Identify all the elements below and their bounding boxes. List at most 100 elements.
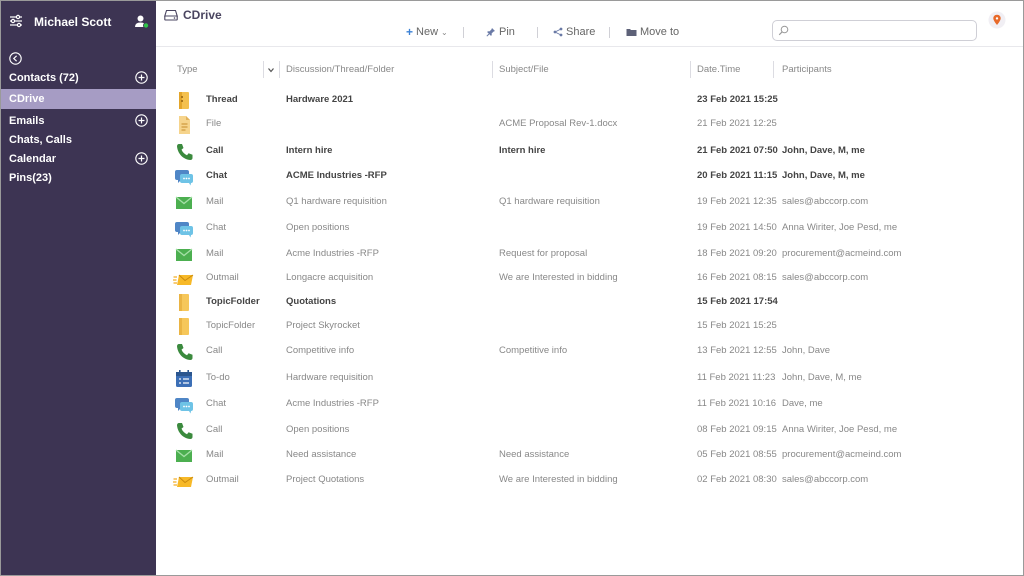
sidebar: Michael Scott Contacts (72) CDrive Email…: [1, 1, 156, 575]
column-header-datetime[interactable]: Date.Time: [697, 64, 740, 75]
column-divider: [263, 61, 264, 78]
search-box[interactable]: [772, 20, 977, 41]
add-contact-icon[interactable]: [135, 71, 148, 84]
toolbar-divider: [537, 27, 538, 38]
todo-icon: [173, 368, 195, 390]
table-row[interactable]: Call Intern hire Intern hire 21 Feb 2021 07…: [156, 141, 1023, 163]
thread-folder-icon: [173, 90, 195, 112]
cell-datetime: 15 Feb 2021 17:54: [697, 296, 778, 307]
table-row[interactable]: Chat Open positions 19 Feb 2021 14:50 Anna …: [156, 218, 1023, 240]
outmail-icon: [173, 268, 195, 290]
cell-datetime: 21 Feb 2021 12:25: [697, 118, 777, 129]
notification-badge-icon[interactable]: [988, 11, 1006, 29]
search-input[interactable]: [793, 23, 973, 38]
cell-datetime: 11 Feb 2021 10:16: [697, 398, 777, 409]
table-row[interactable]: Chat ACME Industries -RFP 20 Feb 2021 11:1…: [156, 166, 1023, 188]
table-row[interactable]: Outmail Project Quotations We are Interest…: [156, 470, 1023, 492]
page-title: CDrive: [183, 8, 222, 22]
cell-type: Chat: [206, 222, 227, 233]
table-row[interactable]: Call Competitive info Competitive info 13 F…: [156, 341, 1023, 363]
cell-datetime: 21 Feb 2021 07:50: [697, 145, 778, 156]
cell-type: Call: [206, 145, 224, 156]
header: CDrive + New ⌄ Pin Share Move to: [156, 1, 1023, 47]
cell-participants: Anna Wiriter, Joe Pesd, me: [782, 222, 898, 233]
cell-datetime: 19 Feb 2021 14:50: [697, 222, 777, 233]
cell-datetime: 15 Feb 2021 15:25: [697, 320, 777, 331]
cell-type: TopicFolder: [206, 320, 256, 331]
column-header-subject[interactable]: Subject/File: [499, 64, 549, 75]
pin-button[interactable]: Pin: [486, 25, 515, 39]
sidebar-item-chats-calls[interactable]: Chats, Calls: [1, 130, 156, 150]
cell-discussion: Need assistance: [286, 449, 357, 460]
sidebar-item-contacts[interactable]: Contacts (72): [1, 68, 156, 88]
column-header-type[interactable]: Type: [177, 64, 198, 75]
column-divider: [690, 61, 691, 78]
table-row[interactable]: TopicFolder Quotations 15 Feb 2021 17:54: [156, 292, 1023, 314]
sidebar-item-label: Emails: [9, 115, 45, 127]
cell-type: TopicFolder: [206, 296, 260, 307]
contact-status-icon[interactable]: [134, 14, 149, 29]
table-row[interactable]: To-do Hardware requisition 11 Feb 2021 11:…: [156, 368, 1023, 390]
sidebar-item-label: Pins(23): [9, 172, 52, 184]
user-name: Michael Scott: [34, 15, 112, 29]
column-header-participants[interactable]: Participants: [782, 64, 832, 75]
cell-subject: Need assistance: [499, 449, 570, 460]
new-button[interactable]: + New ⌄: [406, 25, 448, 39]
folder-move-icon: [626, 29, 637, 36]
folder-icon: [173, 316, 195, 338]
cell-discussion: Open positions: [286, 424, 350, 435]
share-button-label: Share: [566, 26, 596, 38]
cell-discussion: Competitive info: [286, 345, 355, 356]
column-divider: [773, 61, 774, 78]
cell-datetime: 05 Feb 2021 08:55: [697, 449, 777, 460]
move-to-button-label: Move to: [640, 26, 680, 38]
move-to-button[interactable]: Move to: [626, 25, 679, 39]
cell-type: Call: [206, 345, 223, 356]
add-calendar-icon[interactable]: [135, 152, 148, 165]
cell-datetime: 20 Feb 2021 11:15: [697, 170, 778, 181]
cell-discussion: Quotations: [286, 296, 337, 307]
phone-icon: [173, 420, 195, 442]
cell-participants: Anna Wiriter, Joe Pesd, me: [782, 424, 898, 435]
cell-discussion: Longacre acquisition: [286, 272, 374, 283]
table-row[interactable]: Thread Hardware 2021 23 Feb 2021 15:25: [156, 90, 1023, 112]
share-button[interactable]: Share: [553, 25, 595, 39]
table-row[interactable]: Chat Acme Industries -RFP 11 Feb 2021 10:1…: [156, 394, 1023, 416]
sidebar-item-emails[interactable]: Emails: [1, 111, 156, 131]
back-circle-icon[interactable]: [9, 52, 22, 65]
cell-discussion: Intern hire: [286, 145, 333, 156]
chat-icon: [173, 218, 195, 240]
cell-subject: We are Interested in bidding: [499, 474, 618, 485]
cell-participants: sales@abccorp.com: [782, 474, 869, 485]
chevron-down-icon[interactable]: [266, 65, 276, 75]
table-row[interactable]: File ACME Proposal Rev-1.docx 21 Feb 2021 …: [156, 114, 1023, 136]
table-row[interactable]: Mail Q1 hardware requisition Q1 hardware r…: [156, 192, 1023, 214]
table-row[interactable]: Mail Acme Industries -RFP Request for prop…: [156, 244, 1023, 266]
table-row[interactable]: Outmail Longacre acquisition We are Intere…: [156, 268, 1023, 290]
folder-icon: [173, 292, 195, 314]
sidebar-header: Michael Scott: [1, 1, 156, 43]
add-email-icon[interactable]: [135, 114, 148, 127]
cell-participants: sales@abccorp.com: [782, 196, 869, 207]
share-icon: [553, 27, 563, 37]
settings-sliders-icon[interactable]: [9, 14, 23, 28]
phone-icon: [173, 341, 195, 363]
table-row[interactable]: Mail Need assistance Need assistance 05 Feb…: [156, 445, 1023, 467]
cell-subject: Competitive info: [499, 345, 568, 356]
cell-datetime: 19 Feb 2021 12:35: [697, 196, 777, 207]
table-row[interactable]: Call Open positions 08 Feb 2021 09:15 Anna …: [156, 420, 1023, 442]
cell-datetime: 23 Feb 2021 15:25: [697, 94, 778, 105]
sidebar-item-calendar[interactable]: Calendar: [1, 149, 156, 169]
column-header-discussion[interactable]: Discussion/Thread/Folder: [286, 64, 394, 75]
table-row[interactable]: TopicFolder Project Skyrocket 15 Feb 2021 …: [156, 316, 1023, 338]
cell-discussion: Project Quotations: [286, 474, 365, 485]
cell-type: Thread: [206, 94, 238, 105]
phone-icon: [173, 141, 195, 163]
new-button-label: New: [416, 26, 439, 38]
cell-datetime: 18 Feb 2021 09:20: [697, 248, 777, 259]
plus-icon: +: [406, 25, 414, 39]
cell-discussion: Q1 hardware requisition: [286, 196, 387, 207]
sidebar-item-cdrive[interactable]: CDrive: [1, 89, 156, 109]
sidebar-item-pins[interactable]: Pins(23): [1, 168, 156, 188]
cell-participants: John, Dave, M, me: [782, 372, 862, 383]
